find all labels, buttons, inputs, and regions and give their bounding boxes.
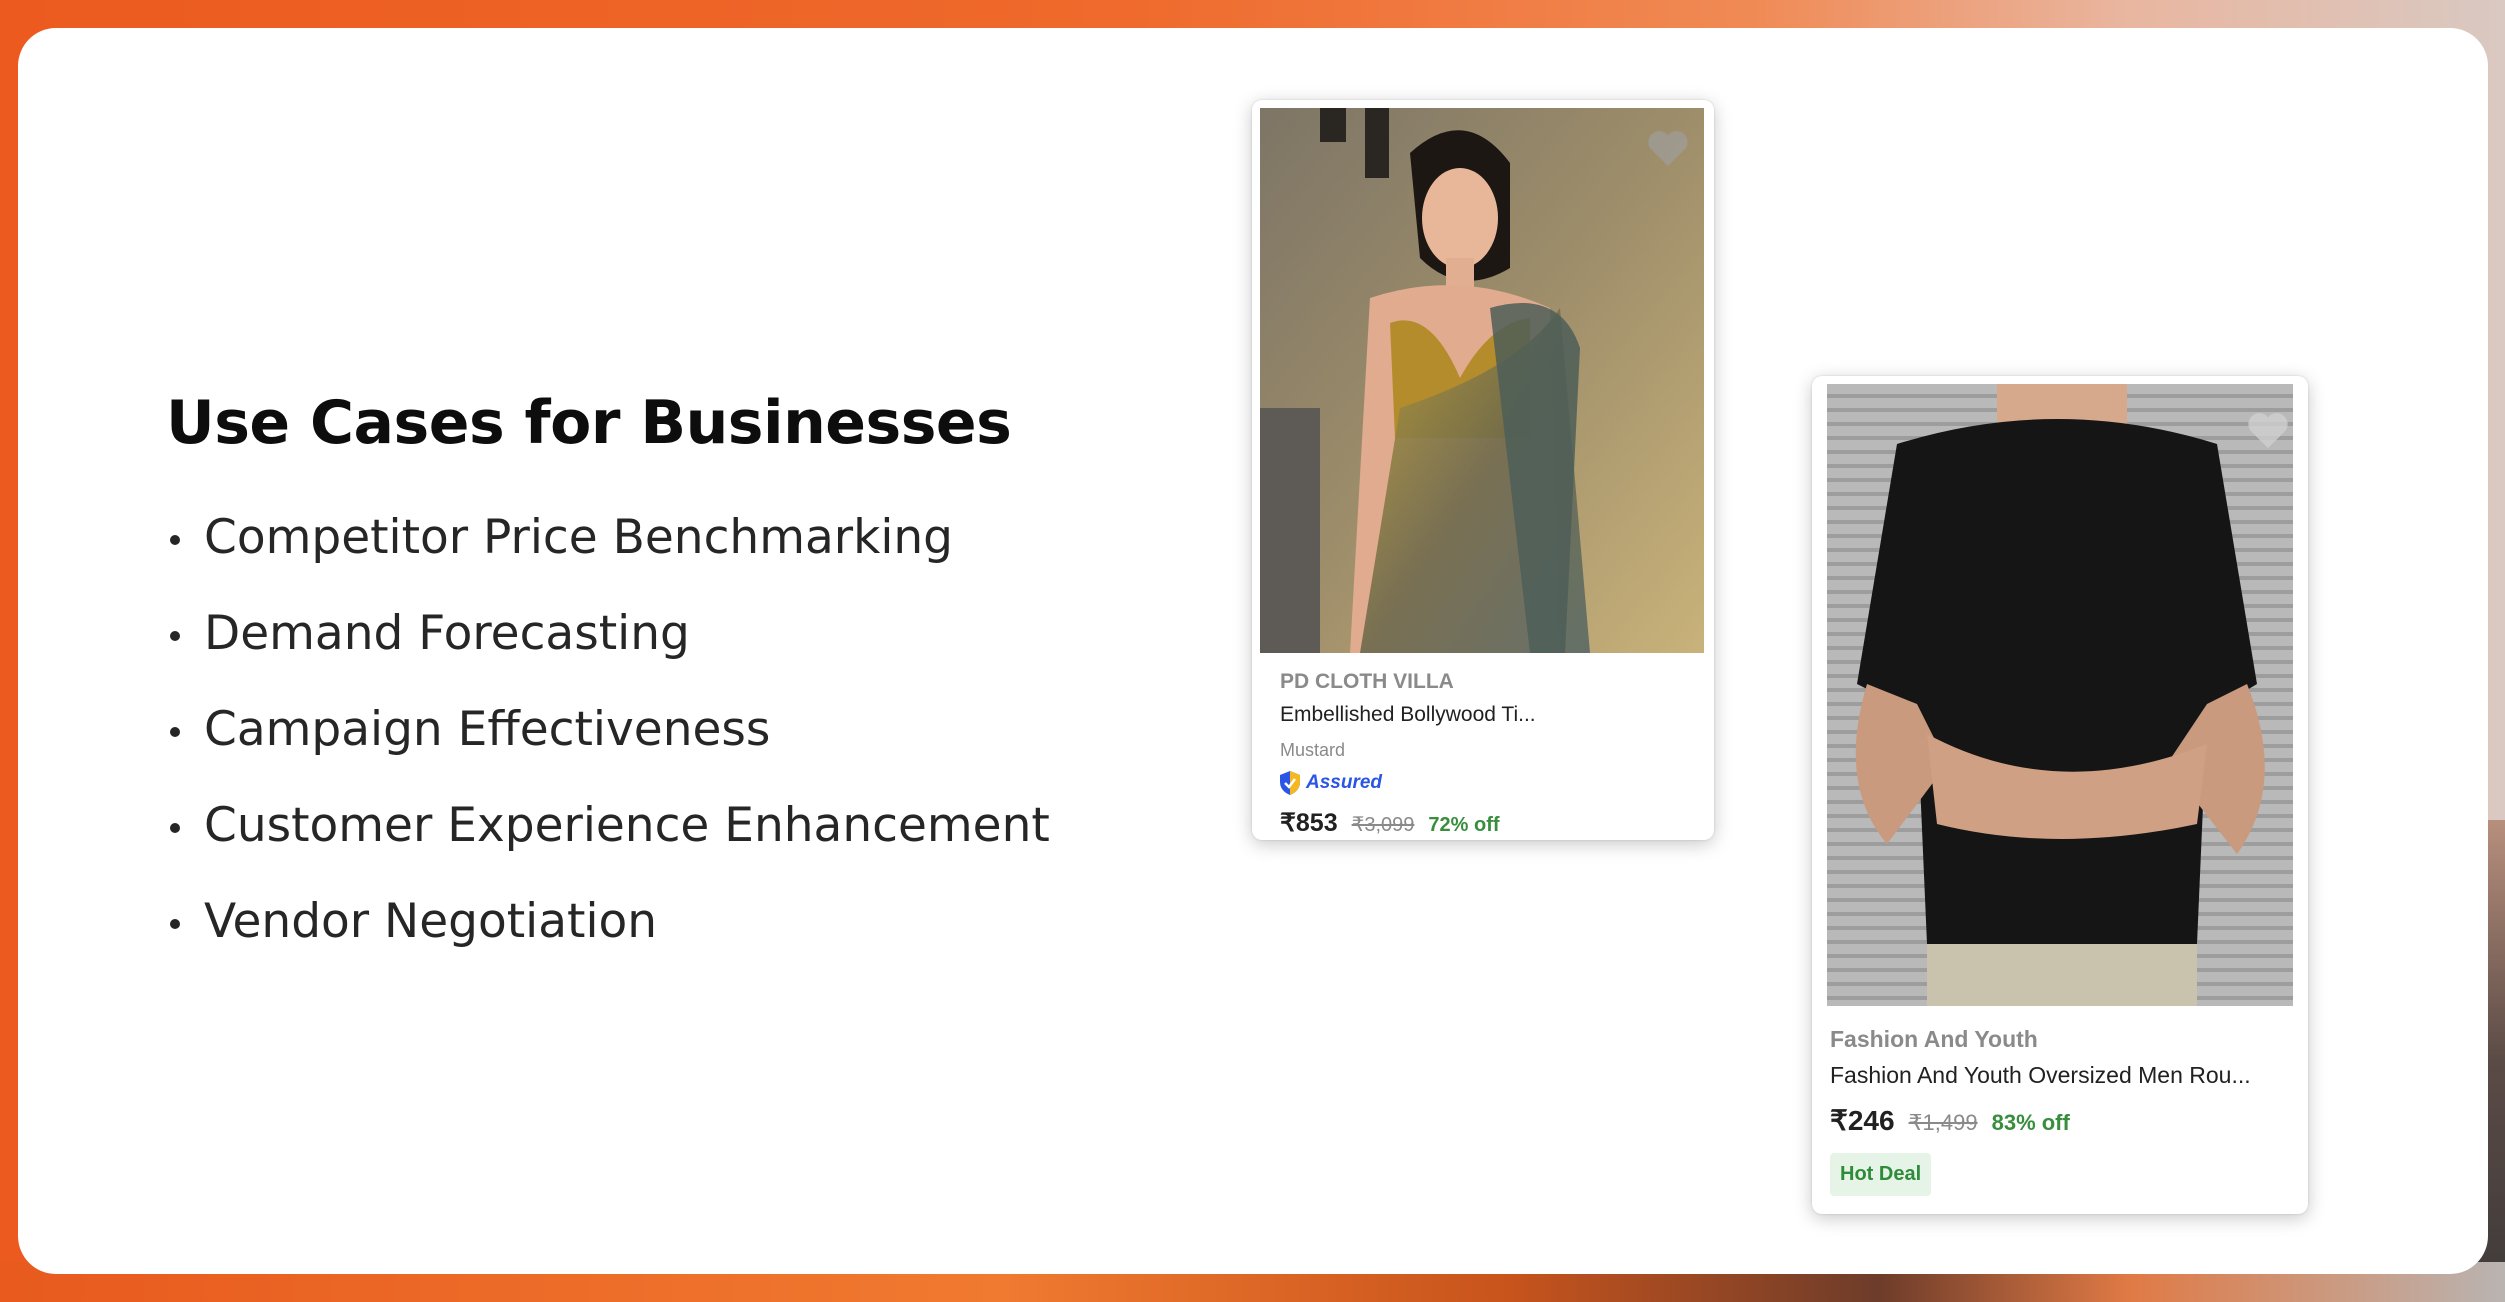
product-name[interactable]: Fashion And Youth Oversized Men Rou...	[1830, 1062, 2251, 1089]
product-mrp: ₹3,099	[1351, 814, 1415, 836]
hot-deal-tag: Hot Deal	[1830, 1153, 1932, 1196]
heart-icon[interactable]	[2246, 410, 2290, 450]
product-discount: 83% off	[1991, 1110, 2070, 1135]
product-price: ₹853	[1280, 809, 1338, 837]
price-row: ₹246 ₹1,499 83% off	[1830, 1104, 2070, 1137]
product-brand: Fashion And Youth	[1830, 1026, 2038, 1052]
product-brand: PD CLOTH VILLA	[1280, 670, 1454, 693]
product-price: ₹246	[1830, 1105, 1895, 1136]
list-item: Campaign Effectiveness	[166, 700, 1050, 796]
product-card-tshirt[interactable]: Fashion And Youth Fashion And Youth Over…	[1812, 376, 2308, 1214]
use-case-list: Competitor Price Benchmarking Demand For…	[166, 508, 1050, 988]
assured-label: Assured	[1306, 772, 1383, 793]
product-mrp: ₹1,499	[1908, 1110, 1978, 1135]
list-item: Customer Experience Enhancement	[166, 796, 1050, 892]
product-discount: 72% off	[1428, 814, 1500, 836]
product-color: Mustard	[1280, 740, 1346, 760]
heart-icon[interactable]	[1646, 128, 1690, 168]
price-row: ₹853 ₹3,099 72% off	[1280, 808, 1500, 838]
list-item: Competitor Price Benchmarking	[166, 508, 1050, 604]
product-card-saree[interactable]: PD CLOTH VILLA Embellished Bollywood Ti.…	[1252, 100, 1714, 840]
shield-check-icon	[1280, 771, 1300, 795]
product-name[interactable]: Embellished Bollywood Ti...	[1280, 703, 1536, 727]
product-image-saree[interactable]	[1260, 108, 1704, 653]
product-image-tshirt[interactable]	[1827, 384, 2293, 1006]
list-item: Demand Forecasting	[166, 604, 1050, 700]
list-item: Vendor Negotiation	[166, 892, 1050, 988]
page-title: Use Cases for Businesses	[166, 388, 1012, 458]
assured-badge: Assured	[1278, 770, 1382, 796]
